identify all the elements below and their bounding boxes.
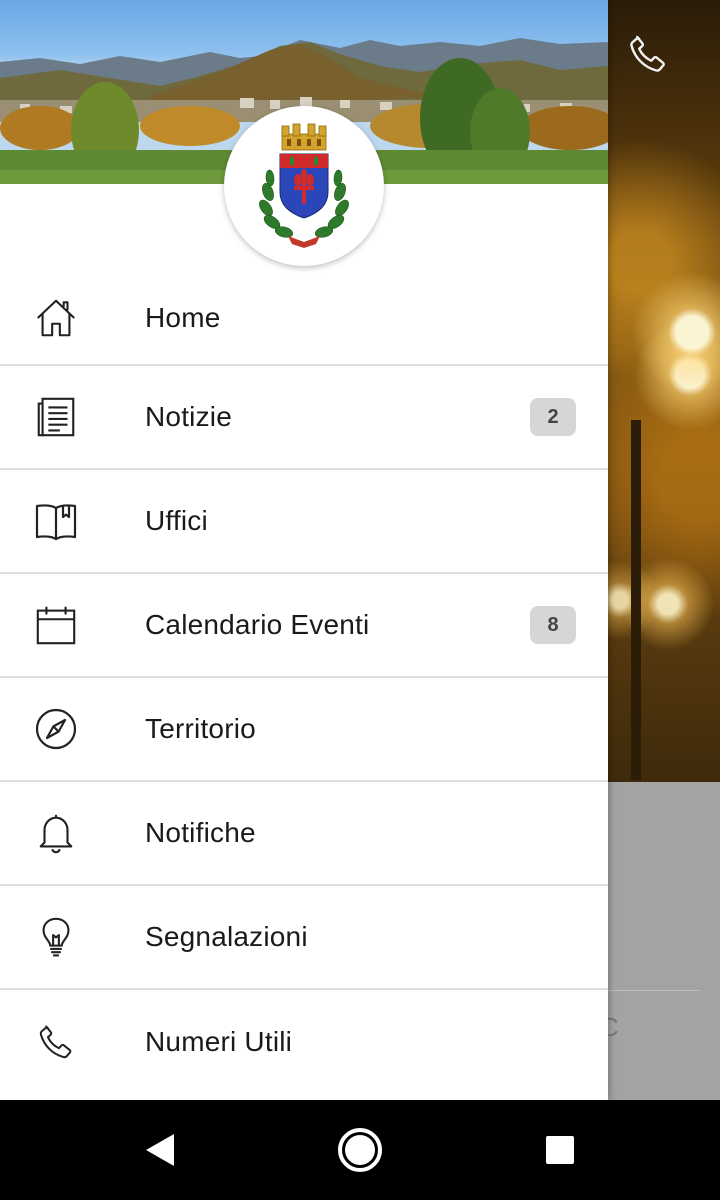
menu-item-label: Numeri Utili	[145, 1026, 293, 1057]
phone-icon[interactable]	[622, 28, 674, 80]
home-button[interactable]	[300, 1100, 420, 1200]
back-icon	[146, 1134, 174, 1166]
calendar-icon	[30, 599, 82, 651]
menu-item-label: Notizie	[145, 401, 232, 432]
home-icon	[30, 292, 82, 344]
menu-item-uffici[interactable]: Uffici	[0, 470, 608, 574]
menu-item-label: Notifiche	[145, 817, 256, 848]
menu-item-notizie[interactable]: Notizie 2	[0, 366, 608, 470]
count-badge: 2	[530, 398, 576, 436]
book-icon	[30, 495, 82, 547]
menu-item-territorio[interactable]: Territorio	[0, 678, 608, 782]
bell-icon	[30, 807, 82, 859]
lightbulb-icon	[30, 911, 82, 963]
menu-item-segnalazioni[interactable]: Segnalazioni	[0, 886, 608, 990]
menu-item-home[interactable]: Home	[0, 272, 608, 366]
drawer-menu: Home Notizie 2 Uffici Calendario Eventi …	[0, 272, 608, 1094]
count-badge: 8	[530, 606, 576, 644]
menu-item-notifiche[interactable]: Notifiche	[0, 782, 608, 886]
system-navigation-bar	[0, 1100, 720, 1200]
menu-item-calendario-eventi[interactable]: Calendario Eventi 8	[0, 574, 608, 678]
back-button[interactable]	[100, 1100, 220, 1200]
menu-item-label: Home	[145, 302, 221, 333]
menu-item-numeri-utili[interactable]: Numeri Utili	[0, 990, 608, 1094]
navigation-drawer: Home Notizie 2 Uffici Calendario Eventi …	[0, 0, 608, 1100]
phone-icon	[30, 1016, 82, 1068]
background-divider	[608, 990, 700, 991]
drawer-header	[0, 0, 608, 272]
menu-item-label: Segnalazioni	[145, 921, 308, 952]
home-circle-icon	[338, 1128, 382, 1172]
menu-item-label: Calendario Eventi	[145, 609, 370, 640]
menu-item-label: Territorio	[145, 713, 256, 744]
menu-item-label: Uffici	[145, 505, 208, 536]
compass-icon	[30, 703, 82, 755]
background-lamp-pole	[631, 420, 641, 780]
news-icon	[30, 391, 82, 443]
square-icon	[546, 1136, 574, 1164]
municipality-crest-logo	[224, 106, 384, 266]
recent-apps-button[interactable]	[500, 1100, 620, 1200]
